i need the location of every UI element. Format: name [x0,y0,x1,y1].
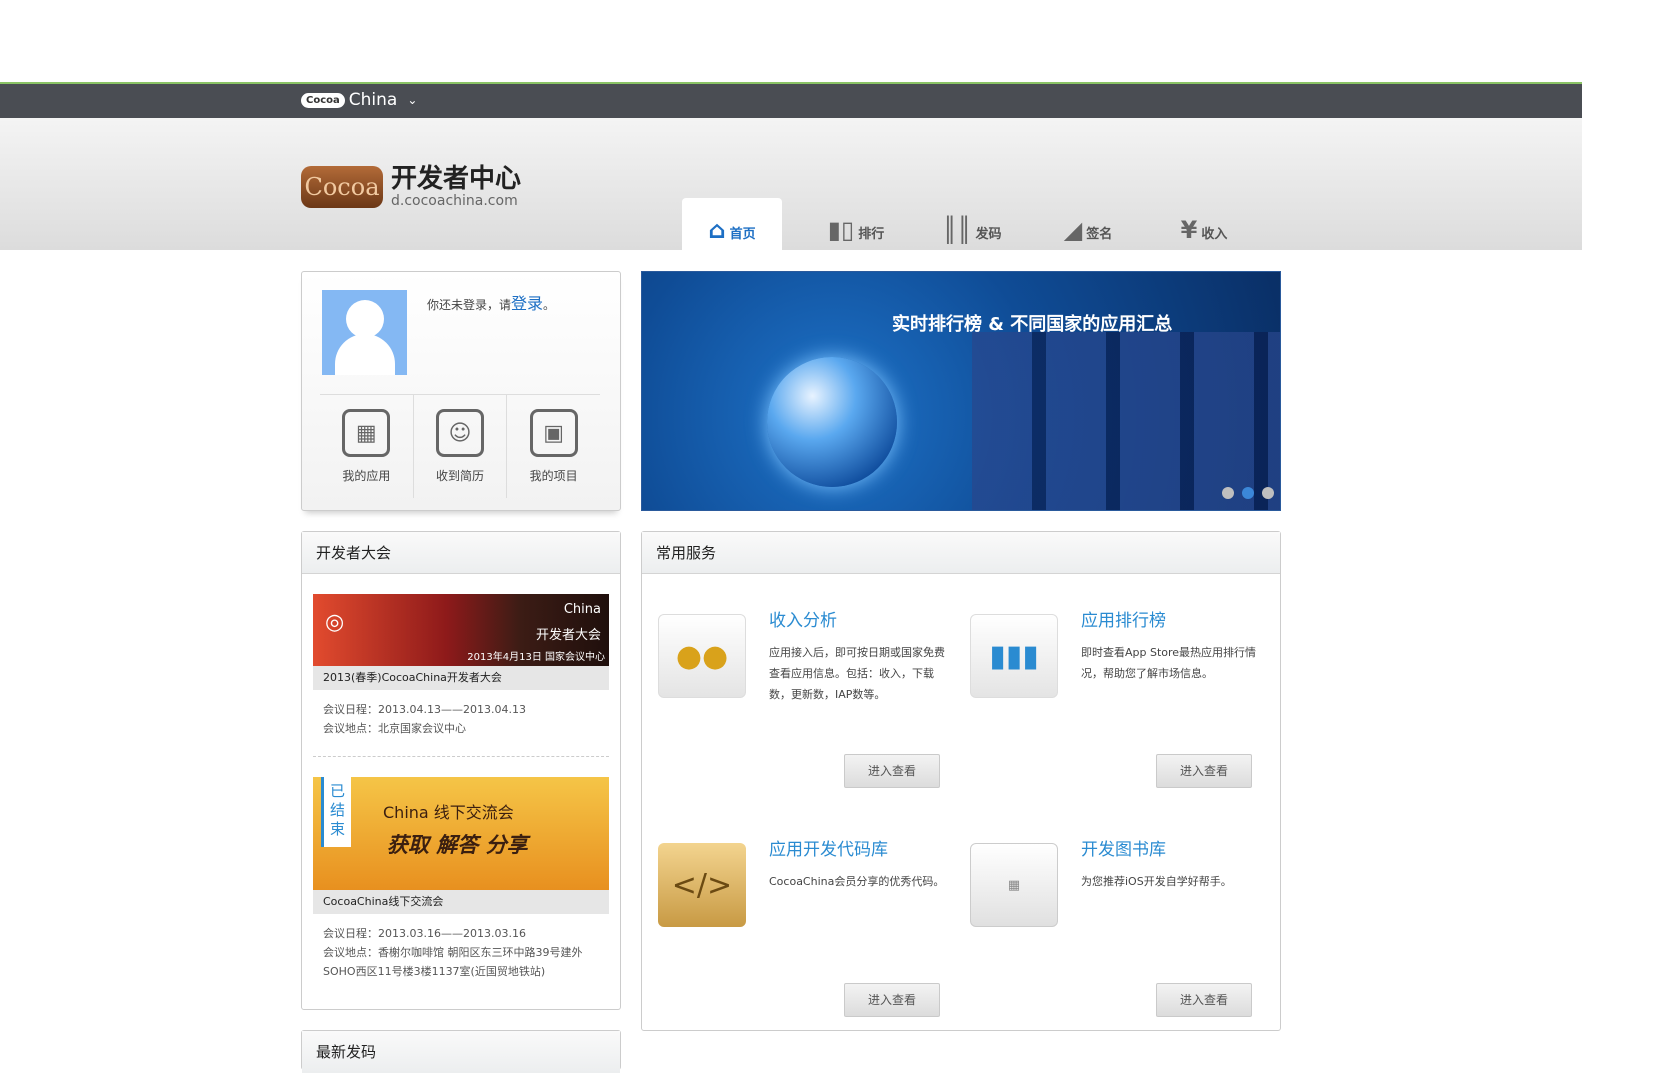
services-panel: 常用服务 ●● 收入分析 应用接入后，即可按日期或国家免费查看应用信息。包括：收… [641,531,1281,1031]
tab-ranking[interactable]: ▮▯ 排行 [798,198,914,250]
apps-grid-icon: ▦ [342,409,391,457]
conference-meta: 会议日程：2013.04.13——2013.04.13 会议地点：北京国家会议中… [313,690,609,757]
conference-banner-image[interactable]: ◎ China 开发者大会 2013年4月13日 国家会议中心 [313,594,609,666]
conf-overlay-brand: China 线下交流会 [383,803,514,822]
link-label: 我的项目 [529,469,578,483]
book-icon: ▦ [970,843,1058,927]
main-nav: ⌂ 首页 ▮▯ 排行 ║║ 发码 ◢ 签名 ¥ 收入 [682,198,1262,250]
slide-dot[interactable] [1262,487,1274,499]
link-label: 收到简历 [436,469,485,483]
tab-income[interactable]: ¥ 收入 [1146,198,1262,250]
home-icon: ⌂ [708,216,726,244]
ended-ribbon: 已结束 [321,777,351,847]
site-header: Cocoa 开发者中心 d.cocoachina.com ⌂ 首页 ▮▯ 排行 … [0,118,1582,250]
brand-text: China [348,90,398,110]
service-revenue: ●● 收入分析 应用接入后，即可按日期或国家免费查看应用信息。包括：收入，下载数… [642,574,945,788]
chevron-down-icon: ⌄ [407,93,418,107]
top-bar: Cocoa China ⌄ [0,82,1582,118]
avatar[interactable] [322,290,407,375]
conference-panel: 开发者大会 ◎ China 开发者大会 2013年4月13日 国家会议中心 20… [301,531,621,1010]
box-icon: ▣ [529,409,578,457]
site-logo[interactable]: Cocoa 开发者中心 d.cocoachina.com [301,165,521,209]
conference-item[interactable]: ◎ China 开发者大会 2013年4月13日 国家会议中心 2013(春季)… [313,574,609,757]
tab-label: 签名 [1086,227,1113,242]
service-ranking: ▮▮▮ 应用排行榜 即时查看App Store最热应用排行情况，帮助您了解市场信… [954,574,1256,788]
avatar-head [346,300,384,338]
tab-home[interactable]: ⌂ 首页 [682,198,782,250]
logo-title: 开发者中心 [391,164,522,194]
login-prompt: 你还未登录，请登录。 [427,290,555,314]
link-label: 我的应用 [342,469,391,483]
login-link[interactable]: 登录 [511,294,543,313]
tab-sign[interactable]: ◢ 签名 [1030,198,1146,250]
view-button[interactable]: 进入查看 [1156,983,1252,1017]
service-desc: 应用接入后，即可按日期或国家免费查看应用信息。包括：收入，下载数，更新数，IAP… [769,646,945,701]
barcode-icon: ║║ [942,216,972,244]
circle-graphic: ◎ [325,610,345,635]
tab-label: 发码 [975,227,1002,242]
cocoa-pill-logo: Cocoa [301,92,345,108]
chart-icon: ▮▮▮ [970,614,1058,698]
app-tiles-background [972,332,1280,510]
my-projects-link[interactable]: ▣ 我的项目 [507,395,600,498]
conference-banner-image[interactable]: 已结束 China 线下交流会 获取 解答 分享 [313,777,609,890]
view-button[interactable]: 进入查看 [844,983,940,1017]
service-desc: 即时查看App Store最热应用排行情况，帮助您了解市场信息。 [1081,646,1257,680]
services-heading: 常用服务 [642,532,1280,574]
logo-url: d.cocoachina.com [391,193,518,209]
avatar-body [335,334,395,375]
conference-heading: 开发者大会 [302,532,620,574]
bar-chart-icon: ▮▯ [827,216,855,244]
tab-label: 排行 [858,227,885,242]
conference-caption[interactable]: CocoaChina线下交流会 [313,890,609,914]
service-title[interactable]: 应用排行榜 [1081,606,1166,631]
tag-icon: ◢ [1063,216,1083,244]
conference-place: 会议地点：北京国家会议中心 [323,722,466,735]
conf-overlay-title: 获取 解答 分享 [387,833,528,857]
login-suffix: 。 [543,298,556,312]
conference-meta: 会议日程：2013.03.16——2013.03.16 会议地点：香榭尔咖啡馆 … [313,914,609,999]
latest-codes-heading: 最新发码 [302,1031,620,1073]
service-code-library: </> 应用开发代码库 CocoaChina会员分享的优秀代码。 进入查看 [642,803,944,1017]
view-button[interactable]: 进入查看 [1156,754,1252,788]
hero-banner[interactable]: 实时排行榜 & 不同国家的应用汇总 [641,271,1281,511]
conference-place: 会议地点：香榭尔咖啡馆 朝阳区东三环中路39号建外SOHO西区11号楼3楼113… [323,946,583,978]
cocoachina-brand-menu[interactable]: Cocoa China ⌄ [301,90,417,110]
slide-dot[interactable] [1242,487,1254,499]
service-title[interactable]: 收入分析 [769,606,837,631]
coins-icon: ●● [658,614,746,698]
slide-dots [1222,487,1274,499]
globe-graphic [767,357,897,487]
cocoa-logo-badge: Cocoa [301,166,383,208]
conf-overlay-date: 2013年4月13日 国家会议中心 [467,652,605,663]
conference-item[interactable]: 已结束 China 线下交流会 获取 解答 分享 CocoaChina线下交流会… [313,757,609,999]
user-links: ▦ 我的应用 ☺ 收到简历 ▣ 我的项目 [320,394,600,498]
conf-overlay-title: 开发者大会 [535,628,601,643]
service-book-library: ▦ 开发图书库 为您推荐iOS开发自学好帮手。 进入查看 [954,803,1252,1017]
tab-label: 收入 [1201,227,1228,242]
view-button[interactable]: 进入查看 [844,754,940,788]
service-title[interactable]: 应用开发代码库 [769,835,888,860]
conference-caption[interactable]: 2013(春季)CocoaChina开发者大会 [313,666,609,690]
slide-dot[interactable] [1222,487,1234,499]
tab-codes[interactable]: ║║ 发码 [914,198,1030,250]
received-resumes-link[interactable]: ☺ 收到简历 [414,395,508,498]
service-desc: CocoaChina会员分享的优秀代码。 [769,875,945,888]
banner-title: 实时排行榜 & 不同国家的应用汇总 [892,314,1173,335]
my-apps-link[interactable]: ▦ 我的应用 [320,395,414,498]
conference-date: 会议日程：2013.04.13——2013.04.13 [323,703,526,716]
service-desc: 为您推荐iOS开发自学好帮手。 [1081,875,1232,888]
user-panel: 你还未登录，请登录。 ▦ 我的应用 ☺ 收到简历 ▣ 我的项目 [301,271,621,511]
tab-label: 首页 [729,227,756,242]
login-prefix: 你还未登录，请 [427,298,512,312]
conference-date: 会议日程：2013.03.16——2013.03.16 [323,927,526,940]
latest-codes-panel: 最新发码 [301,1030,621,1073]
code-icon: </> [658,843,746,927]
conf-overlay-brand: China [563,602,601,617]
service-title[interactable]: 开发图书库 [1081,835,1166,860]
yen-icon: ¥ [1180,216,1198,244]
resume-icon: ☺ [436,409,484,457]
